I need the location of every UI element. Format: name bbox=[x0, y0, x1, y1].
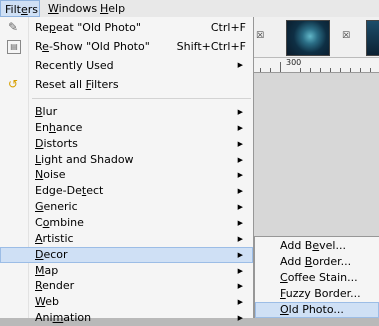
ruler-tick bbox=[280, 62, 281, 72]
ruler-tick bbox=[330, 68, 331, 72]
chevron-right-icon: ▶ bbox=[237, 250, 243, 259]
menu-item-enhance[interactable]: Enhance ▶ bbox=[0, 120, 253, 136]
ruler-tick bbox=[270, 68, 271, 72]
submenu-item-old-photo[interactable]: Old Photo... bbox=[255, 302, 379, 318]
image-thumbnail[interactable] bbox=[366, 20, 379, 56]
chevron-right-icon: ▶ bbox=[237, 234, 243, 243]
menubar: Filters Windows Help bbox=[0, 0, 379, 18]
menu-item-recently-used[interactable]: Recently Used ▶ bbox=[0, 56, 253, 75]
chevron-right-icon: ▶ bbox=[237, 218, 243, 227]
menu-item-artistic[interactable]: Artistic ▶ bbox=[0, 231, 253, 247]
menu-windows[interactable]: Windows bbox=[44, 0, 101, 17]
reset-filters-icon: ↺ bbox=[7, 77, 19, 91]
menu-item-animation[interactable]: Animation ▶ bbox=[0, 310, 253, 326]
ruler-tick bbox=[310, 68, 311, 72]
repeat-filter-icon: ✎ bbox=[7, 20, 19, 34]
submenu-item-add-border[interactable]: Add Border... bbox=[255, 254, 379, 270]
menu-item-render[interactable]: Render ▶ bbox=[0, 278, 253, 294]
reshow-filter-icon: ▤ bbox=[7, 40, 21, 54]
menu-item-edge-detect[interactable]: Edge-Detect ▶ bbox=[0, 183, 253, 199]
ruler-tick bbox=[260, 68, 261, 72]
chevron-right-icon: ▶ bbox=[237, 61, 243, 69]
submenu-item-fuzzy-border[interactable]: Fuzzy Border... bbox=[255, 286, 379, 302]
close-icon[interactable]: ☒ bbox=[342, 31, 350, 41]
submenu-item-add-bevel[interactable]: Add Bevel... bbox=[255, 238, 379, 254]
menu-item-generic[interactable]: Generic ▶ bbox=[0, 199, 253, 215]
chevron-right-icon: ▶ bbox=[237, 203, 243, 212]
close-icon[interactable]: ☒ bbox=[256, 31, 264, 41]
chevron-right-icon: ▶ bbox=[237, 108, 243, 116]
menu-item-distorts[interactable]: Distorts ▶ bbox=[0, 136, 253, 152]
chevron-right-icon: ▶ bbox=[237, 282, 243, 291]
ruler-tick bbox=[370, 68, 371, 72]
chevron-right-icon: ▶ bbox=[237, 266, 243, 275]
chevron-right-icon: ▶ bbox=[237, 139, 243, 148]
image-thumbnail[interactable] bbox=[286, 20, 330, 56]
submenu-item-coffee-stain[interactable]: Coffee Stain... bbox=[255, 270, 379, 286]
image-tabs: ☒ ☒ bbox=[254, 17, 379, 58]
ruler-tick bbox=[360, 68, 361, 72]
filters-menu: ✎ Repeat "Old Photo" Ctrl+F ▤ Re-Show "O… bbox=[0, 17, 254, 324]
chevron-right-icon: ▶ bbox=[237, 155, 243, 164]
shortcut-label: Ctrl+F bbox=[210, 21, 246, 34]
chevron-right-icon: ▶ bbox=[237, 187, 243, 196]
ruler-tick bbox=[300, 68, 301, 72]
menu-item-reset-filters[interactable]: ↺ Reset all Filters bbox=[0, 75, 253, 94]
decor-submenu: Add Bevel... Add Border... Coffee Stain...… bbox=[254, 236, 379, 318]
menu-item-combine[interactable]: Combine ▶ bbox=[0, 215, 253, 231]
menu-help[interactable]: Help bbox=[96, 0, 129, 17]
menu-item-noise[interactable]: Noise ▶ bbox=[0, 167, 253, 183]
menu-item-light-and-shadow[interactable]: Light and Shadow ▶ bbox=[0, 152, 253, 168]
horizontal-ruler: 300 bbox=[254, 58, 379, 73]
ruler-tick bbox=[350, 68, 351, 72]
menu-item-decor[interactable]: Decor ▶ bbox=[0, 246, 253, 263]
menu-item-blur[interactable]: Blur ▶ bbox=[0, 104, 253, 120]
shortcut-label: Shift+Ctrl+F bbox=[176, 40, 246, 53]
ruler-label: 300 bbox=[286, 58, 302, 67]
chevron-right-icon: ▶ bbox=[237, 298, 243, 307]
menu-item-repeat[interactable]: ✎ Repeat "Old Photo" Ctrl+F bbox=[0, 18, 253, 37]
chevron-right-icon: ▶ bbox=[237, 123, 243, 132]
ruler-tick bbox=[340, 68, 341, 72]
menu-item-web[interactable]: Web ▶ bbox=[0, 294, 253, 310]
menu-item-map[interactable]: Map ▶ bbox=[0, 263, 253, 279]
menu-filters[interactable]: Filters bbox=[0, 0, 40, 17]
menu-item-reshow[interactable]: ▤ Re-Show "Old Photo" Shift+Ctrl+F bbox=[0, 37, 253, 56]
menu-separator bbox=[32, 98, 251, 99]
chevron-right-icon: ▶ bbox=[237, 314, 243, 322]
ruler-tick bbox=[320, 68, 321, 72]
chevron-right-icon: ▶ bbox=[237, 171, 243, 180]
